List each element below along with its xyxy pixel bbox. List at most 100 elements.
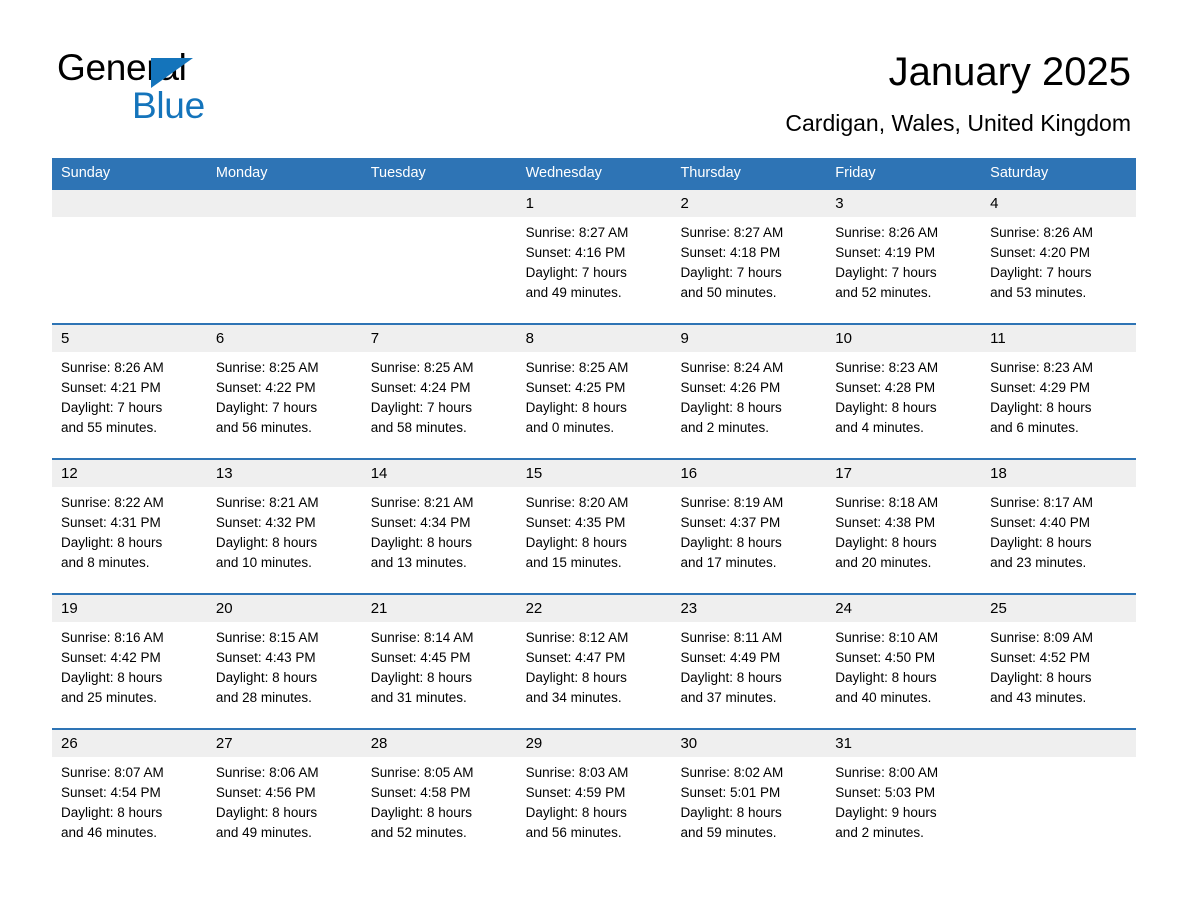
day-number: 6 [206,325,362,352]
week-row: 19 Sunrise: 8:16 AM Sunset: 4:42 PM Dayl… [52,593,1137,728]
daylight-text-line2: and 43 minutes. [990,690,1087,705]
day-cell[interactable]: 15 Sunrise: 8:20 AM Sunset: 4:35 PM Dayl… [516,460,672,593]
day-cell[interactable]: 9 Sunrise: 8:24 AM Sunset: 4:26 PM Dayli… [671,325,827,458]
day-details: Sunrise: 8:23 AM Sunset: 4:28 PM Dayligh… [826,352,981,438]
daylight-text-line2: and 20 minutes. [835,555,932,570]
day-cell[interactable]: 26 Sunrise: 8:07 AM Sunset: 4:54 PM Dayl… [52,730,207,863]
day-details: Sunrise: 8:14 AM Sunset: 4:45 PM Dayligh… [362,622,517,708]
day-cell[interactable]: 17 Sunrise: 8:18 AM Sunset: 4:38 PM Dayl… [826,460,982,593]
day-cell[interactable]: 28 Sunrise: 8:05 AM Sunset: 4:58 PM Dayl… [361,730,517,863]
day-cell[interactable]: 13 Sunrise: 8:21 AM Sunset: 4:32 PM Dayl… [206,460,362,593]
daylight-text-line2: and 17 minutes. [680,555,777,570]
sunset-text: Sunset: 4:31 PM [61,515,161,530]
weekday-header-friday: Friday [835,165,876,181]
day-number: 25 [981,595,1137,622]
daylight-text-line1: Daylight: 8 hours [835,400,937,415]
day-cell[interactable]: 20 Sunrise: 8:15 AM Sunset: 4:43 PM Dayl… [206,595,362,728]
daylight-text-line1: Daylight: 8 hours [525,805,627,820]
sunset-text: Sunset: 4:58 PM [370,785,471,800]
day-cell[interactable]: 2 Sunrise: 8:27 AM Sunset: 4:18 PM Dayli… [671,190,827,323]
day-cell[interactable]: 12 Sunrise: 8:22 AM Sunset: 4:31 PM Dayl… [52,460,207,593]
day-cell[interactable]: 19 Sunrise: 8:16 AM Sunset: 4:42 PM Dayl… [52,595,207,728]
daylight-text-line2: and 23 minutes. [990,555,1087,570]
day-cell[interactable]: 8 Sunrise: 8:25 AM Sunset: 4:25 PM Dayli… [516,325,672,458]
daylight-text-line2: and 31 minutes. [370,690,467,705]
day-number: 31 [826,730,982,757]
sunrise-text: Sunrise: 8:27 AM [680,225,784,240]
sunrise-text: Sunrise: 8:23 AM [990,360,1093,375]
sunset-text: Sunset: 4:29 PM [990,380,1090,395]
day-details [362,217,517,223]
sunset-text: Sunset: 4:34 PM [370,515,471,530]
day-cell[interactable]: 3 Sunrise: 8:26 AM Sunset: 4:19 PM Dayli… [826,190,982,323]
sunset-text: Sunset: 4:43 PM [215,650,316,665]
sunrise-text: Sunrise: 8:26 AM [61,360,164,375]
weekday-header-wednesday: Wednesday [525,165,602,181]
day-cell[interactable]: 25 Sunrise: 8:09 AM Sunset: 4:52 PM Dayl… [981,595,1137,728]
triangle-icon [151,58,193,88]
day-details: Sunrise: 8:11 AM Sunset: 4:49 PM Dayligh… [671,622,826,708]
day-cell[interactable]: 10 Sunrise: 8:23 AM Sunset: 4:28 PM Dayl… [826,325,982,458]
day-number: 21 [361,595,517,622]
sunset-text: Sunset: 4:45 PM [370,650,471,665]
sunset-text: Sunset: 4:32 PM [215,515,316,530]
day-cell[interactable]: 21 Sunrise: 8:14 AM Sunset: 4:45 PM Dayl… [361,595,517,728]
day-cell[interactable]: 22 Sunrise: 8:12 AM Sunset: 4:47 PM Dayl… [516,595,672,728]
daylight-text-line1: Daylight: 7 hours [835,265,937,280]
generalblue-logo[interactable]: General Blue [57,48,397,130]
day-number: 30 [671,730,827,757]
day-details: Sunrise: 8:21 AM Sunset: 4:34 PM Dayligh… [362,487,517,573]
sunrise-text: Sunrise: 8:02 AM [680,765,784,780]
day-number [206,190,362,217]
day-details: Sunrise: 8:17 AM Sunset: 4:40 PM Dayligh… [981,487,1136,573]
daylight-text-line2: and 56 minutes. [525,825,622,840]
daylight-text-line2: and 59 minutes. [680,825,777,840]
sunset-text: Sunset: 4:40 PM [990,515,1090,530]
sunset-text: Sunset: 4:38 PM [835,515,936,530]
day-cell[interactable]: 5 Sunrise: 8:26 AM Sunset: 4:21 PM Dayli… [52,325,207,458]
sunset-text: Sunset: 4:21 PM [61,380,161,395]
day-cell[interactable]: 30 Sunrise: 8:02 AM Sunset: 5:01 PM Dayl… [671,730,827,863]
day-number: 23 [671,595,827,622]
daylight-text-line2: and 50 minutes. [680,285,777,300]
weekday-header-tuesday: Tuesday [370,165,426,181]
day-cell[interactable]: 6 Sunrise: 8:25 AM Sunset: 4:22 PM Dayli… [206,325,362,458]
sunrise-text: Sunrise: 8:16 AM [61,630,164,645]
day-cell[interactable]: 4 Sunrise: 8:26 AM Sunset: 4:20 PM Dayli… [981,190,1137,323]
day-cell[interactable]: 7 Sunrise: 8:25 AM Sunset: 4:24 PM Dayli… [361,325,517,458]
day-number: 17 [826,460,982,487]
day-cell[interactable]: 23 Sunrise: 8:11 AM Sunset: 4:49 PM Dayl… [671,595,827,728]
sunrise-text: Sunrise: 8:22 AM [61,495,164,510]
day-cell[interactable] [206,190,362,323]
day-cell[interactable] [361,190,517,323]
day-cell[interactable]: 14 Sunrise: 8:21 AM Sunset: 4:34 PM Dayl… [361,460,517,593]
day-cell[interactable]: 16 Sunrise: 8:19 AM Sunset: 4:37 PM Dayl… [671,460,827,593]
week-row: 26 Sunrise: 8:07 AM Sunset: 4:54 PM Dayl… [52,728,1137,863]
day-cell[interactable]: 24 Sunrise: 8:10 AM Sunset: 4:50 PM Dayl… [826,595,982,728]
day-cell[interactable] [52,190,207,323]
daylight-text-line1: Daylight: 8 hours [61,805,163,820]
sunrise-text: Sunrise: 8:18 AM [835,495,939,510]
daylight-text-line1: Daylight: 7 hours [990,265,1092,280]
day-number [981,730,1137,757]
day-cell[interactable]: 27 Sunrise: 8:06 AM Sunset: 4:56 PM Dayl… [206,730,362,863]
day-cell[interactable]: 29 Sunrise: 8:03 AM Sunset: 4:59 PM Dayl… [516,730,672,863]
day-number: 20 [206,595,362,622]
day-cell[interactable]: 18 Sunrise: 8:17 AM Sunset: 4:40 PM Dayl… [981,460,1137,593]
day-cell[interactable]: 31 Sunrise: 8:00 AM Sunset: 5:03 PM Dayl… [826,730,982,863]
sunrise-text: Sunrise: 8:25 AM [215,360,319,375]
day-cell[interactable]: 11 Sunrise: 8:23 AM Sunset: 4:29 PM Dayl… [981,325,1137,458]
daylight-text-line1: Daylight: 8 hours [835,670,937,685]
day-number: 27 [206,730,362,757]
daylight-text-line1: Daylight: 8 hours [990,670,1092,685]
day-details: Sunrise: 8:25 AM Sunset: 4:22 PM Dayligh… [207,352,362,438]
day-details: Sunrise: 8:19 AM Sunset: 4:37 PM Dayligh… [671,487,826,573]
daylight-text-line1: Daylight: 8 hours [990,400,1092,415]
day-number: 18 [981,460,1137,487]
day-number: 15 [516,460,672,487]
sunset-text: Sunset: 4:54 PM [61,785,161,800]
day-cell[interactable] [981,730,1137,863]
sunrise-text: Sunrise: 8:19 AM [680,495,784,510]
daylight-text-line1: Daylight: 8 hours [990,535,1092,550]
day-cell[interactable]: 1 Sunrise: 8:27 AM Sunset: 4:16 PM Dayli… [516,190,672,323]
